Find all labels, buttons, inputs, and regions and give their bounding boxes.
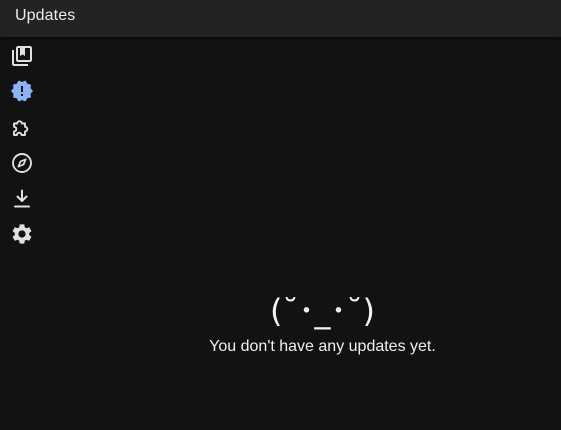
updates-alert-icon <box>10 79 34 103</box>
empty-state-kaomoji: (˘･_･˘) <box>270 292 375 330</box>
sidebar-item-downloads[interactable] <box>8 185 36 213</box>
empty-state: (˘･_･˘) You don't have any updates yet. <box>44 290 561 356</box>
puzzle-icon <box>10 115 34 139</box>
app-window: Updates (˘･_･˘) You don't have any updat… <box>0 0 561 430</box>
sidebar-item-library[interactable] <box>8 42 36 70</box>
sidebar-item-extensions[interactable] <box>8 113 36 141</box>
page-title: Updates <box>15 7 76 24</box>
library-icon <box>10 44 34 68</box>
gear-icon <box>10 222 34 246</box>
sidebar-item-browse[interactable] <box>8 149 36 177</box>
sidebar-item-settings[interactable] <box>8 220 36 248</box>
empty-state-message: You don't have any updates yet. <box>209 338 436 355</box>
sidebar-item-updates[interactable] <box>8 77 36 105</box>
download-icon <box>10 187 34 211</box>
sidebar-nav <box>0 37 44 430</box>
app-header: Updates <box>0 0 561 37</box>
compass-icon <box>10 151 34 175</box>
